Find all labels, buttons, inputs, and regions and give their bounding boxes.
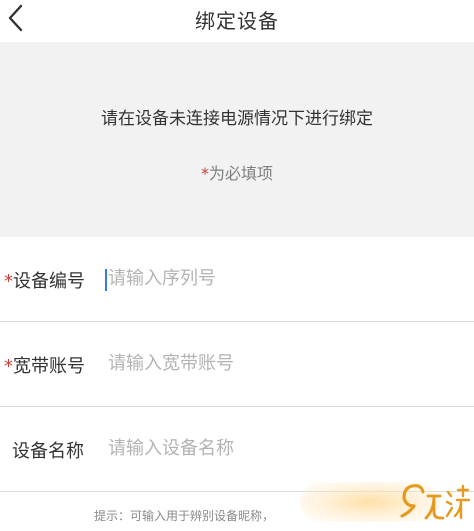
device-id-input[interactable] — [106, 263, 448, 293]
form-row-broadband-account: *宽带账号 — [0, 322, 474, 406]
device-name-input[interactable] — [106, 433, 448, 463]
notice-panel: 请在设备未连接电源情况下进行绑定 *为必填项 — [0, 42, 474, 237]
required-star: * — [4, 356, 13, 377]
broadband-account-label: *宽带账号 — [4, 352, 85, 378]
device-name-label-text: 设备名称 — [12, 441, 84, 462]
device-id-label-text: 设备编号 — [13, 271, 85, 292]
broadband-account-label-text: 宽带账号 — [13, 356, 85, 377]
notice-message: 请在设备未连接电源情况下进行绑定 — [101, 109, 373, 129]
required-note-text: 为必填项 — [208, 164, 273, 183]
required-note: *为必填项 — [0, 160, 474, 184]
page-title: 绑定设备 — [195, 9, 279, 33]
device-id-label: *设备编号 — [4, 267, 85, 293]
required-star: * — [200, 164, 209, 183]
device-name-label: 设备名称 — [12, 437, 84, 463]
nine-game-logo-icon — [400, 484, 471, 520]
header-bar: 绑定设备 — [0, 0, 474, 42]
bind-device-screen: 绑定设备 请在设备未连接电源情况下进行绑定 *为必填项 *设备编号 *宽带账号 … — [0, 0, 474, 531]
watermark-logo — [300, 470, 474, 531]
form-row-device-id: *设备编号 — [0, 237, 474, 321]
required-star: * — [4, 271, 13, 292]
hint-text: 提示：可输入用于辨别设备昵称， — [94, 509, 275, 523]
broadband-account-input[interactable] — [106, 348, 448, 378]
